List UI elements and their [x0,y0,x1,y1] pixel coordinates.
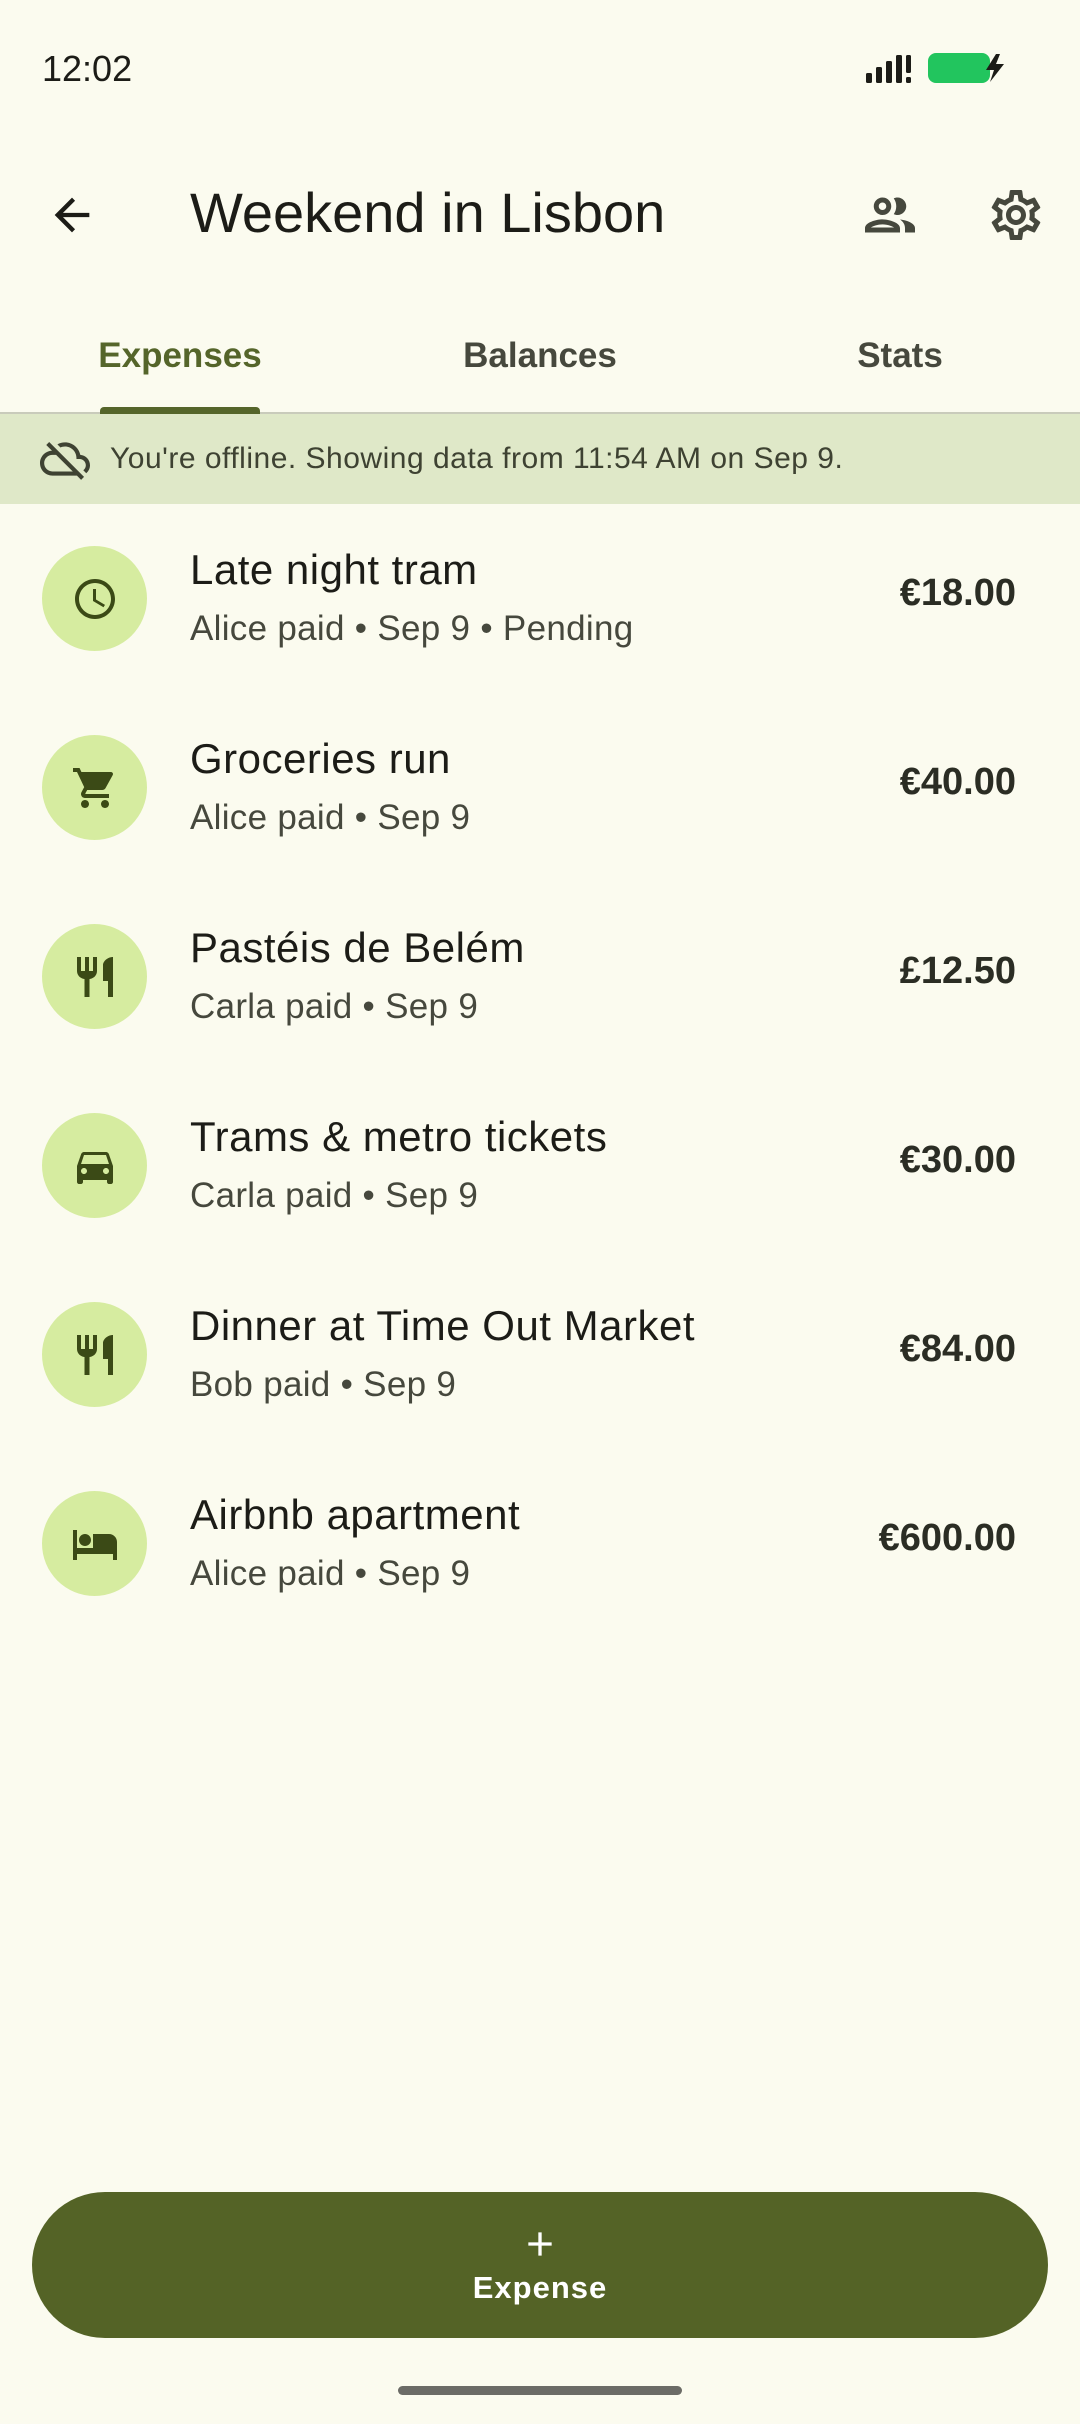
expense-meta: Alice paid • Sep 9 [190,1554,471,1593]
expense-amount: £12.50 [899,950,1016,992]
expense-amount: €30.00 [899,1139,1016,1181]
expense-amount: €600.00 [878,1517,1016,1559]
expense-row[interactable]: Dinner at Time Out Market Bob paid • Sep… [0,1260,1080,1449]
expense-row[interactable]: Airbnb apartment Alice paid • Sep 9 €600… [0,1449,1080,1638]
expense-row[interactable]: Pastéis de Belém Carla paid • Sep 9 £12.… [0,882,1080,1071]
expense-row[interactable]: Trams & metro tickets Carla paid • Sep 9… [0,1071,1080,1260]
expense-title: Late night tram [190,546,478,593]
status-bar: 12:02 [0,0,1080,140]
cloud-off-icon [40,442,90,480]
tab-balances-label: Balances [463,336,617,375]
expense-row[interactable]: Groceries run Alice paid • Sep 9 €40.00 [0,693,1080,882]
signal-icon [866,55,911,83]
bed-icon [72,1529,117,1560]
expense-amount: €84.00 [899,1328,1016,1370]
status-icons [864,50,1008,86]
status-time: 12:02 [42,48,133,89]
expense-meta: Alice paid • Sep 9 [190,798,471,837]
members-button[interactable] [850,175,930,255]
app-bar: Weekend in Lisbon [0,140,1080,290]
add-expense-button[interactable]: Expense [32,2192,1048,2338]
restaurant-icon [76,1334,113,1375]
back-button[interactable] [32,175,112,255]
home-indicator[interactable] [398,2386,682,2395]
tab-expenses[interactable]: Expenses [0,300,360,414]
expense-title: Dinner at Time Out Market [190,1302,695,1349]
expense-avatar [42,546,147,651]
expense-meta: Bob paid • Sep 9 [190,1365,457,1404]
screen: 12:02 Weekend in Lisbon Expenses Balance… [0,0,1080,2424]
settings-icon [991,190,1041,240]
offline-banner: You're offline. Showing data from 11:54 … [0,414,1080,504]
expense-meta: Carla paid • Sep 9 [190,1176,479,1215]
expense-avatar [42,735,147,840]
expense-avatar [42,1491,147,1596]
expense-title: Airbnb apartment [190,1491,521,1538]
restaurant-icon [76,956,113,997]
expense-meta: Alice paid • Sep 9 • Pending [190,609,634,648]
expense-avatar [42,1113,147,1218]
expense-title: Groceries run [190,735,451,782]
offline-message: You're offline. Showing data from 11:54 … [110,442,844,475]
plus-icon [528,2232,552,2256]
expense-title: Trams & metro tickets [190,1113,608,1160]
arrow-back-icon [54,197,90,233]
expense-avatar [42,924,147,1029]
clock-icon [74,578,115,619]
tab-indicator [100,407,260,414]
settings-button[interactable] [976,175,1056,255]
cart-icon [72,767,113,808]
expense-avatar [42,1302,147,1407]
tab-stats-label: Stats [857,336,943,375]
tab-stats[interactable]: Stats [720,300,1080,412]
expense-title: Pastéis de Belém [190,924,525,971]
page-title: Weekend in Lisbon [190,181,666,244]
expense-meta: Carla paid • Sep 9 [190,987,479,1026]
expense-row[interactable]: Late night tram Alice paid • Sep 9 • Pen… [0,504,1080,693]
battery-icon [928,53,1004,83]
expense-amount: €18.00 [899,572,1016,614]
people-icon [865,197,915,233]
tab-bar: Expenses Balances Stats [0,300,1080,414]
tab-expenses-label: Expenses [98,336,262,375]
expense-amount: €40.00 [899,761,1016,803]
add-expense-label: Expense [472,2270,608,2305]
car-icon [76,1151,113,1184]
expense-list: Late night tram Alice paid • Sep 9 • Pen… [0,504,1080,1638]
tab-balances[interactable]: Balances [360,300,720,412]
